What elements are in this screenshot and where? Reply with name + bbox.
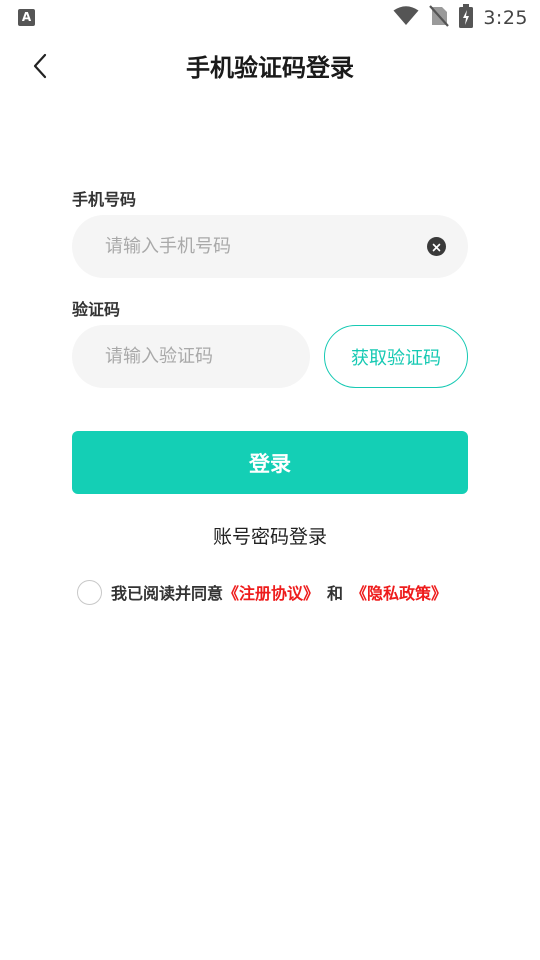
login-screen: A 3:25 手机验证码登录 手机号码 请输入手机号码 验证码 请输入验证码 获… bbox=[0, 0, 540, 960]
page-title: 手机验证码登录 bbox=[186, 54, 354, 82]
agreement-and: 和 bbox=[327, 584, 344, 603]
get-code-button[interactable]: 获取验证码 bbox=[324, 325, 468, 388]
close-icon bbox=[432, 237, 441, 256]
privacy-link[interactable]: 《隐私政策》 bbox=[351, 580, 447, 604]
battery-charging-icon bbox=[459, 4, 474, 32]
account-password-login-link[interactable]: 账号密码登录 bbox=[0, 522, 540, 549]
code-label: 验证码 bbox=[72, 300, 121, 319]
status-bar-right: 3:25 bbox=[393, 4, 528, 32]
code-input-container bbox=[72, 325, 310, 388]
agreement-checkbox[interactable] bbox=[77, 579, 102, 605]
wifi-icon bbox=[393, 6, 419, 30]
phone-input[interactable] bbox=[105, 236, 418, 257]
status-time: 3:25 bbox=[483, 7, 528, 29]
agreement-row: 我已阅读并同意 《注册协议》 和 《隐私政策》 bbox=[77, 578, 447, 606]
notification-app-icon: A bbox=[18, 9, 35, 26]
login-button[interactable]: 登录 bbox=[72, 431, 468, 494]
agreement-prefix: 我已阅读并同意 bbox=[111, 584, 224, 603]
phone-label: 手机号码 bbox=[72, 190, 137, 209]
no-sim-icon bbox=[429, 5, 450, 31]
code-input[interactable] bbox=[105, 346, 294, 367]
status-bar: A 3:25 bbox=[0, 0, 540, 36]
clear-phone-button[interactable] bbox=[427, 237, 446, 256]
phone-input-container bbox=[72, 215, 468, 278]
nav-bar: 手机验证码登录 bbox=[0, 36, 540, 100]
terms-link[interactable]: 《注册协议》 bbox=[223, 580, 319, 604]
